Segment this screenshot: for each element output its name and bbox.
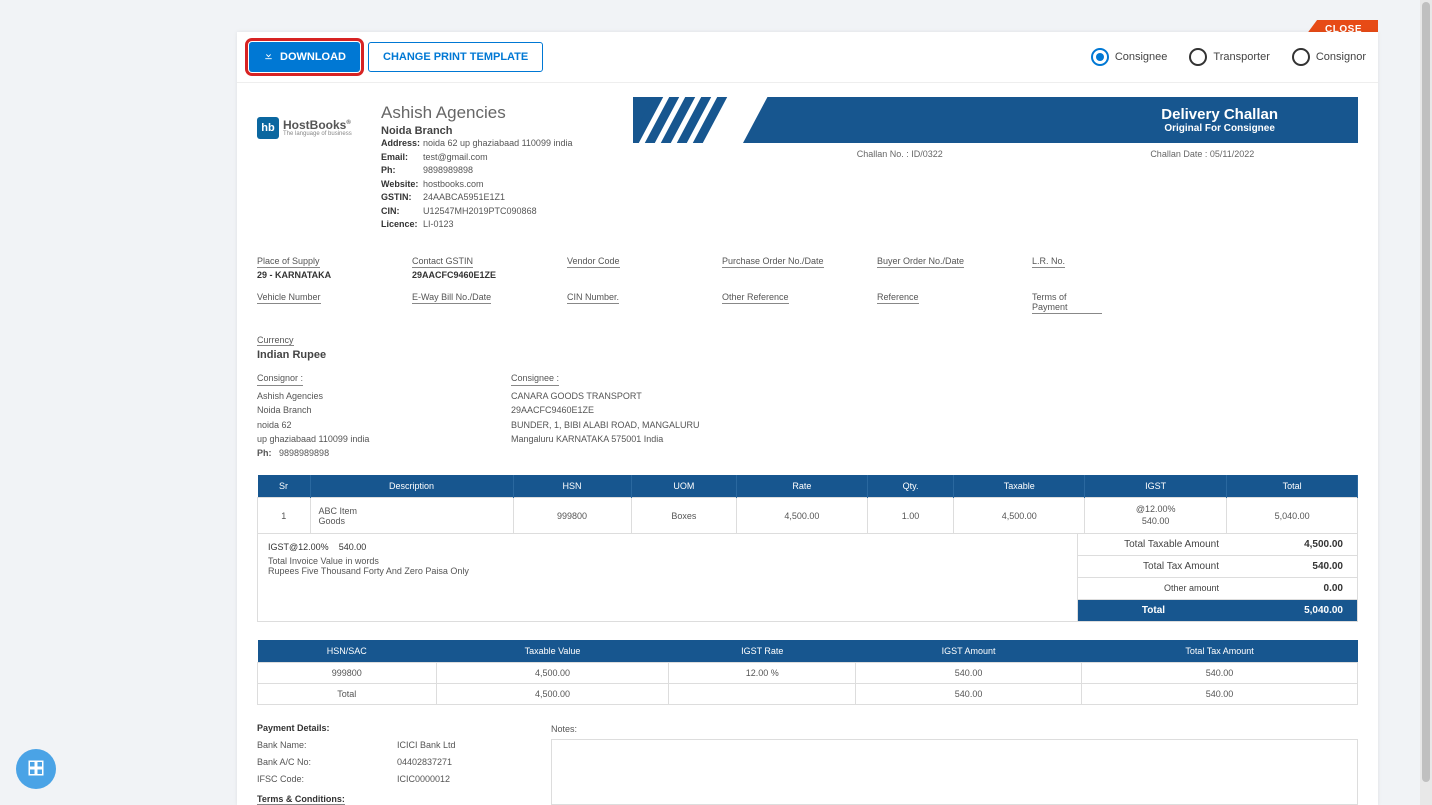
download-button[interactable]: DOWNLOAD (249, 42, 360, 72)
radio-consignor-label: Consignor (1316, 51, 1366, 63)
company-name: Ashish Agencies (381, 103, 621, 123)
challan-no: Challan No. : ID/0322 (857, 149, 943, 159)
company-website: hostbooks.com (423, 178, 484, 192)
consignor-branch: Noida Branch (257, 403, 487, 417)
logo: hb HostBooks® The language of business (257, 117, 369, 139)
challan-date: Challan Date : 05/11/2022 (1150, 149, 1254, 159)
total-taxable-label: Total Taxable Amount (1078, 534, 1229, 555)
bank-name: ICICI Bank Ltd (397, 740, 456, 750)
consignee-addr2: Mangaluru KARNATAKA 575001 India (511, 432, 741, 446)
download-label: DOWNLOAD (280, 51, 346, 63)
table-row: 1 ABC ItemGoods 999800 Boxes 4,500.00 1.… (258, 497, 1358, 533)
consignee-gstin: 29AACFC9460E1ZE (511, 403, 741, 417)
company-cin: U12547MH2019PTC090868 (423, 205, 537, 219)
lbl-eway: E-Way Bill No./Date (412, 292, 491, 304)
lbl-po: Purchase Order No./Date (722, 256, 824, 268)
other-amount-label: Other amount (1078, 578, 1229, 599)
lbl-cin-no: CIN Number. (567, 292, 619, 304)
logo-tagline: The language of business (283, 131, 352, 137)
radio-consignee[interactable]: Consignee (1091, 48, 1168, 66)
lbl-vehicle-no: Vehicle Number (257, 292, 321, 304)
consignor-name: Ashish Agencies (257, 389, 487, 403)
lbl-place-of-supply: Place of Supply (257, 256, 320, 268)
total-tax-value: 540.00 (1229, 556, 1357, 577)
lbl-contact-gstin: Contact GSTIN (412, 256, 473, 268)
banner-title: Delivery Challan (1161, 106, 1278, 123)
radio-transporter-label: Transporter (1213, 51, 1269, 63)
words-label: Total Invoice Value in words (268, 556, 1067, 566)
document-card: DOWNLOAD CHANGE PRINT TEMPLATE Consignee… (237, 32, 1378, 805)
challan-banner: Delivery Challan Original For Consignee (633, 97, 1358, 143)
consignee-name: CANARA GOODS TRANSPORT (511, 389, 741, 403)
vertical-scrollbar[interactable] (1420, 0, 1432, 805)
lbl-buyer-order: Buyer Order No./Date (877, 256, 964, 268)
ifsc: ICIC0000012 (397, 774, 450, 784)
table-row: 9998004,500.0012.00 %540.00540.00 (258, 663, 1358, 684)
lbl-lr-no: L.R. No. (1032, 256, 1065, 268)
bank-ac: 04402837271 (397, 757, 452, 767)
currency-value: Indian Rupee (257, 349, 1358, 361)
consignor-title: Consignor : (257, 371, 303, 386)
notes-box (551, 739, 1358, 805)
lbl-vendor-code: Vendor Code (567, 256, 620, 268)
company-licence: LI-0123 (423, 218, 454, 232)
val-place-of-supply: 29 - KARNATAKA (257, 270, 412, 280)
payment-title: Payment Details: (257, 723, 330, 733)
lbl-terms-payment: Terms of Payment (1032, 292, 1102, 314)
consignor-phone: 9898989898 (279, 448, 329, 458)
total-taxable-value: 4,500.00 (1229, 534, 1357, 555)
apps-fab[interactable] (16, 749, 56, 789)
lbl-other-ref: Other Reference (722, 292, 789, 304)
tax-table: HSN/SAC Taxable Value IGST Rate IGST Amo… (257, 640, 1358, 705)
company-phone: 9898989898 (423, 164, 473, 178)
igst-line: IGST@12.00% (268, 542, 329, 552)
logo-mark: hb (257, 117, 279, 139)
items-table: Sr Description HSN UOM Rate Qty. Taxable… (257, 475, 1358, 534)
logo-text: HostBooks® (283, 119, 352, 131)
company-gstin: 24AABCA5951E1Z1 (423, 191, 505, 205)
download-icon (263, 50, 274, 64)
notes-label: Notes: (551, 724, 577, 734)
lbl-reference: Reference (877, 292, 919, 304)
company-address: noida 62 up ghaziabaad 110099 india (423, 137, 572, 151)
grand-total-label: Total (1078, 600, 1229, 621)
company-branch: Noida Branch (381, 125, 621, 137)
toolbar: DOWNLOAD CHANGE PRINT TEMPLATE Consignee… (237, 32, 1378, 83)
radio-transporter[interactable]: Transporter (1189, 48, 1269, 66)
currency-label: Currency (257, 335, 294, 346)
table-row: Total4,500.00540.00540.00 (258, 684, 1358, 705)
company-email: test@gmail.com (423, 151, 488, 165)
radio-consignor[interactable]: Consignor (1292, 48, 1366, 66)
consignee-title: Consignee : (511, 371, 559, 386)
words-value: Rupees Five Thousand Forty And Zero Pais… (268, 566, 1067, 576)
consignor-addr1: noida 62 (257, 418, 487, 432)
val-contact-gstin: 29AACFC9460E1ZE (412, 270, 567, 280)
consignee-addr1: BUNDER, 1, BIBI ALABI ROAD, MANGALURU (511, 418, 741, 432)
grid-icon (27, 759, 45, 780)
change-template-button[interactable]: CHANGE PRINT TEMPLATE (368, 42, 543, 72)
tnc-title: Terms & Conditions: (257, 794, 345, 805)
other-amount-value: 0.00 (1229, 578, 1357, 599)
banner-subtitle: Original For Consignee (1161, 123, 1278, 134)
grand-total-value: 5,040.00 (1229, 600, 1357, 621)
total-tax-label: Total Tax Amount (1078, 556, 1229, 577)
consignor-addr2: up ghaziabaad 110099 india (257, 432, 487, 446)
radio-consignee-label: Consignee (1115, 51, 1168, 63)
